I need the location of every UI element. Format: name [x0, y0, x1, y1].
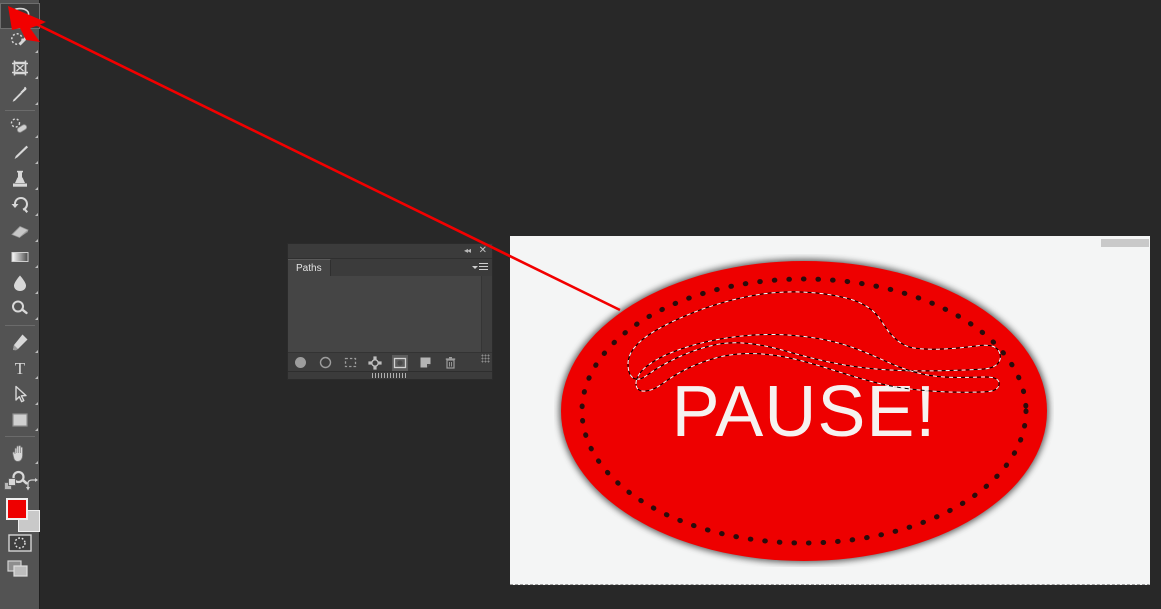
color-swatches[interactable] [6, 498, 40, 532]
paths-panel[interactable]: ◂◂ ✕ Paths [287, 243, 493, 380]
mode-button-row[interactable] [4, 478, 38, 494]
delete-path-button[interactable] [442, 355, 458, 371]
svg-text:T: T [15, 359, 26, 378]
lasso-selection-marquee [627, 291, 1001, 393]
fill-path-button[interactable] [292, 355, 308, 371]
chevron-down-icon [472, 265, 478, 269]
tool-flyout-icon [35, 402, 38, 405]
quick-selection-tool[interactable] [0, 29, 40, 55]
tool-flyout-icon [35, 376, 38, 379]
path-list[interactable] [288, 276, 492, 360]
hand-tool[interactable] [0, 440, 40, 466]
toolbar-divider [5, 436, 35, 437]
panel-menu-icon[interactable] [472, 263, 488, 271]
panel-titlebar[interactable]: ◂◂ ✕ [288, 244, 492, 259]
clone-stamp-tool[interactable] [0, 166, 40, 192]
collapse-panel-icon[interactable]: ◂◂ [464, 246, 471, 256]
make-work-path-button[interactable] [367, 355, 383, 371]
add-mask-button[interactable] [392, 354, 408, 371]
create-new-path-button[interactable] [417, 355, 433, 371]
toolbar-divider [5, 325, 35, 326]
eraser-tool[interactable] [0, 218, 40, 244]
foreground-color-swatch[interactable] [6, 498, 28, 520]
dodge-tool[interactable] [0, 296, 40, 322]
screen-mode-button[interactable] [7, 560, 33, 585]
workspace: PAUSE! ◂◂ ✕ Paths T [0, 0, 1161, 609]
tools-panel[interactable]: T [0, 0, 40, 609]
tab-paths[interactable]: Paths [288, 259, 331, 276]
tool-flyout-icon [35, 291, 38, 294]
panel-bottom-bar [288, 371, 492, 379]
panel-drag-grip[interactable] [372, 373, 408, 378]
path-selection-tool[interactable] [0, 381, 40, 407]
tool-flyout-icon [35, 317, 38, 320]
brush-tool[interactable] [0, 140, 40, 166]
pen-tool[interactable] [0, 329, 40, 355]
tool-flyout-icon [35, 265, 38, 268]
quick-mask-button[interactable] [8, 534, 32, 557]
lasso-tool[interactable] [0, 3, 40, 29]
tool-flyout-icon [35, 239, 38, 242]
stroke-path-button[interactable] [317, 355, 333, 371]
tool-flyout-icon [35, 187, 38, 190]
crop-tool[interactable] [0, 55, 40, 81]
document-canvas[interactable]: PAUSE! [510, 236, 1150, 585]
tool-flyout-icon [35, 135, 38, 138]
eyedropper-tool[interactable] [0, 81, 40, 107]
tool-flyout-icon [35, 161, 38, 164]
rectangle-tool[interactable] [0, 407, 40, 433]
hamburger-icon [479, 263, 488, 271]
panel-scrollbar[interactable] [481, 276, 492, 360]
load-path-as-selection-button[interactable] [342, 355, 358, 371]
default-colors-icon[interactable] [4, 478, 18, 494]
panel-resize-grip[interactable] [481, 354, 490, 363]
toolbar-divider [5, 110, 35, 111]
tool-flyout-icon [35, 50, 38, 53]
blur-tool[interactable] [0, 270, 40, 296]
close-icon[interactable]: ✕ [479, 245, 487, 256]
tool-flyout-icon [35, 213, 38, 216]
tool-flyout-icon [35, 428, 38, 431]
horizontal-type-tool[interactable]: T [0, 355, 40, 381]
gradient-tool[interactable] [0, 244, 40, 270]
tool-flyout-icon [35, 461, 38, 464]
history-brush-tool[interactable] [0, 192, 40, 218]
tool-flyout-icon [35, 76, 38, 79]
spot-healing-brush-tool[interactable] [0, 114, 40, 140]
tab-paths-label: Paths [296, 262, 322, 274]
swap-colors-icon[interactable] [26, 478, 40, 494]
tool-flyout-icon [35, 350, 38, 353]
tool-flyout-icon [35, 102, 38, 105]
panel-footer-toolbar[interactable] [288, 352, 492, 372]
panel-tab-row[interactable]: Paths [288, 259, 492, 277]
